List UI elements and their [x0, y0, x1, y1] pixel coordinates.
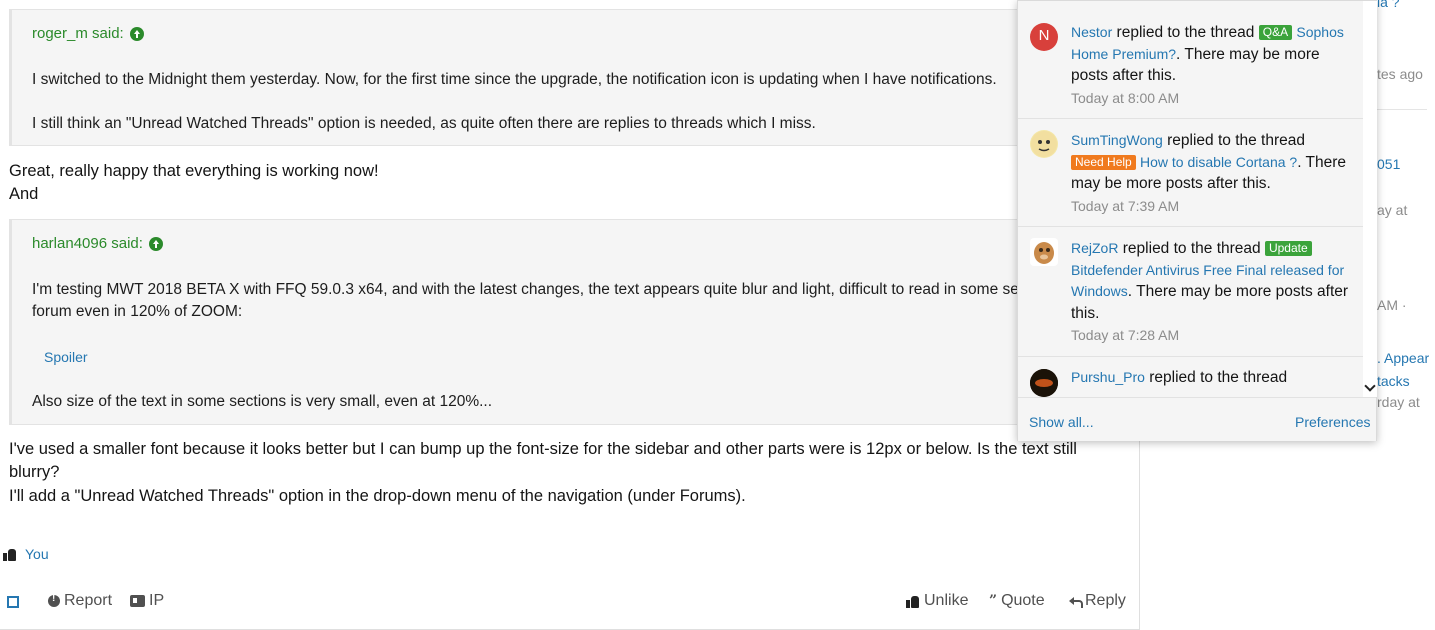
avatar[interactable] [1030, 238, 1058, 266]
quote-text: I still think an "Unread Watched Threads… [32, 115, 816, 132]
quote-text: I switched to the Midnight them yesterda… [32, 71, 997, 88]
quote-text: forum even in 120% of ZOOM: [32, 303, 243, 320]
avatar[interactable] [1030, 130, 1058, 158]
alert-content: RejZoR replied to the thread Update Bitd… [1071, 238, 1356, 345]
quote-button[interactable]: ” Quote [989, 592, 1045, 610]
avatar-image [1030, 238, 1058, 266]
quote-author-name[interactable]: harlan4096 said: [32, 235, 143, 252]
avatar-letter: N [1038, 27, 1050, 44]
quote-author[interactable]: roger_m said: [32, 25, 144, 42]
quote-label: Quote [1001, 592, 1045, 609]
sidebar-thread-link[interactable]: la ? [1377, 0, 1400, 10]
alert-content: SumTingWong replied to the thread Need H… [1071, 130, 1356, 216]
quote-author-name[interactable]: roger_m said: [32, 25, 124, 42]
id-card-icon [130, 595, 145, 607]
quote-text: I'm testing MWT 2018 BETA X with FFQ 59.… [32, 281, 1027, 298]
reply-button[interactable]: Reply [1069, 592, 1126, 610]
sidebar-time: rday at [1377, 394, 1420, 410]
alert-action-text: replied to the thread [1144, 369, 1288, 386]
alert-action-text: replied to the thread [1118, 240, 1265, 257]
alert-time: Today at 7:39 AM [1071, 197, 1180, 214]
avatar-image [1031, 131, 1057, 157]
thumbs-up-icon [3, 548, 17, 561]
sidebar-time: AM · [1377, 297, 1407, 313]
spoiler-button[interactable]: Spoiler [44, 349, 88, 365]
select-checkbox[interactable] [7, 596, 19, 608]
arrow-up-circle-icon[interactable] [148, 236, 163, 251]
alert-action-text: replied to the thread [1112, 24, 1259, 41]
unlike-label: Unlike [924, 592, 969, 609]
reactions-bar: You [3, 546, 49, 562]
show-all-link[interactable]: Show all... [1029, 414, 1094, 430]
warning-icon [48, 593, 60, 607]
quote-block: harlan4096 said: I'm testing MWT 2018 BE… [9, 219, 1140, 425]
post-text: And [9, 185, 39, 203]
arrow-up-circle-icon[interactable] [129, 26, 144, 41]
alert-user-link[interactable]: Purshu_Pro [1071, 369, 1145, 385]
ip-button[interactable]: IP [130, 592, 164, 610]
thumbs-up-icon [906, 595, 920, 608]
alert-item[interactable]: Purshu_Pro replied to the thread [1018, 357, 1363, 397]
page: roger_m said: I switched to the Midnight… [0, 0, 1435, 630]
alert-content: Nestor replied to the thread Q&A Sophos … [1071, 22, 1356, 108]
post-text: I'll add a "Unread Watched Threads" opti… [9, 487, 746, 505]
avatar[interactable] [1030, 369, 1058, 397]
alert-user-link[interactable]: Nestor [1071, 24, 1112, 40]
post-actions: Report IP Unlike ” Quote Reply [0, 592, 1140, 614]
report-button[interactable]: Report [48, 592, 112, 610]
alert-thread-link[interactable]: How to disable Cortana ? [1140, 154, 1297, 170]
quote-author[interactable]: harlan4096 said: [32, 235, 163, 252]
thread-prefix-badge: Q&A [1258, 25, 1293, 40]
sidebar-time: tes ago [1377, 66, 1423, 82]
thread-prefix-badge: Need Help [1071, 154, 1136, 170]
sidebar-time: ay at [1377, 202, 1408, 218]
quote-icon: ” [989, 593, 998, 609]
unlike-button[interactable]: Unlike [906, 592, 968, 610]
alert-item[interactable]: SumTingWong replied to the thread Need H… [1018, 119, 1363, 227]
avatar[interactable]: N [1030, 23, 1058, 51]
sidebar-thread-link[interactable]: . Appear [1377, 350, 1429, 366]
alert-time: Today at 8:00 AM [1071, 89, 1180, 106]
quote-block: roger_m said: I switched to the Midnight… [9, 9, 1140, 146]
alert-time: Today at 7:28 AM [1071, 327, 1180, 343]
post-text: Great, really happy that everything is w… [9, 162, 379, 180]
alert-item[interactable]: RejZoR replied to the thread Update Bitd… [1018, 227, 1363, 357]
alert-content: Purshu_Pro replied to the thread [1071, 367, 1356, 397]
reply-arrow-icon [1069, 596, 1083, 608]
report-label: Report [64, 592, 113, 609]
alert-user-link[interactable]: SumTingWong [1071, 132, 1163, 148]
sidebar-thread-link[interactable]: tacks [1377, 373, 1410, 389]
alert-action-text: replied to the thread [1162, 132, 1306, 149]
alert-item[interactable]: N Nestor replied to the thread Q&A Sopho… [1018, 1, 1363, 119]
preferences-link[interactable]: Preferences [1295, 414, 1370, 430]
avatar-image [1030, 369, 1058, 397]
reaction-user-link[interactable]: You [25, 546, 49, 562]
thread-prefix-badge: Update [1264, 241, 1312, 256]
post-text: I've used a smaller font because it look… [9, 440, 1077, 458]
post-message: roger_m said: I switched to the Midnight… [0, 0, 1140, 630]
alert-user-link[interactable]: RejZoR [1071, 240, 1118, 256]
alerts-scrollbar[interactable] [1363, 1, 1377, 397]
quote-text: Also size of the text in some sections i… [32, 393, 493, 410]
alerts-list: N Nestor replied to the thread Q&A Sopho… [1018, 1, 1363, 397]
post-text: blurry? [9, 463, 60, 481]
chevron-down-icon[interactable] [1364, 380, 1376, 392]
ip-label: IP [149, 592, 165, 609]
reply-label: Reply [1085, 592, 1126, 609]
alerts-footer: Show all... Preferences [1018, 397, 1376, 441]
sidebar-thread-link[interactable]: 051 [1377, 156, 1400, 172]
alerts-popup: N Nestor replied to the thread Q&A Sopho… [1017, 0, 1377, 441]
